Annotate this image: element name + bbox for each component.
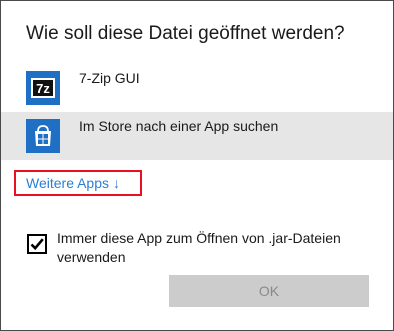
more-apps-link[interactable]: Weitere Apps ↓ — [14, 170, 142, 196]
checkmark-icon — [30, 238, 44, 251]
more-apps-label: Weitere Apps — [26, 175, 110, 191]
app-option-7zip[interactable]: 7z 7-Zip GUI — [1, 64, 393, 112]
svg-text:7z: 7z — [36, 81, 50, 96]
app-option-label: 7-Zip GUI — [79, 70, 140, 86]
ok-button[interactable]: OK — [169, 275, 369, 307]
store-icon — [26, 119, 60, 153]
7zip-icon: 7z — [26, 71, 60, 105]
app-option-store[interactable]: Im Store nach einer App suchen — [1, 112, 393, 160]
dialog-title: Wie soll diese Datei geöffnet werden? — [26, 23, 345, 44]
app-option-label: Im Store nach einer App suchen — [79, 118, 279, 134]
open-with-dialog: Wie soll diese Datei geöffnet werden? 7z… — [0, 0, 394, 331]
always-use-label: Immer diese App zum Öffnen von .jar-Date… — [57, 230, 341, 265]
arrow-down-icon: ↓ — [113, 175, 121, 191]
always-use-checkbox[interactable] — [27, 234, 47, 254]
